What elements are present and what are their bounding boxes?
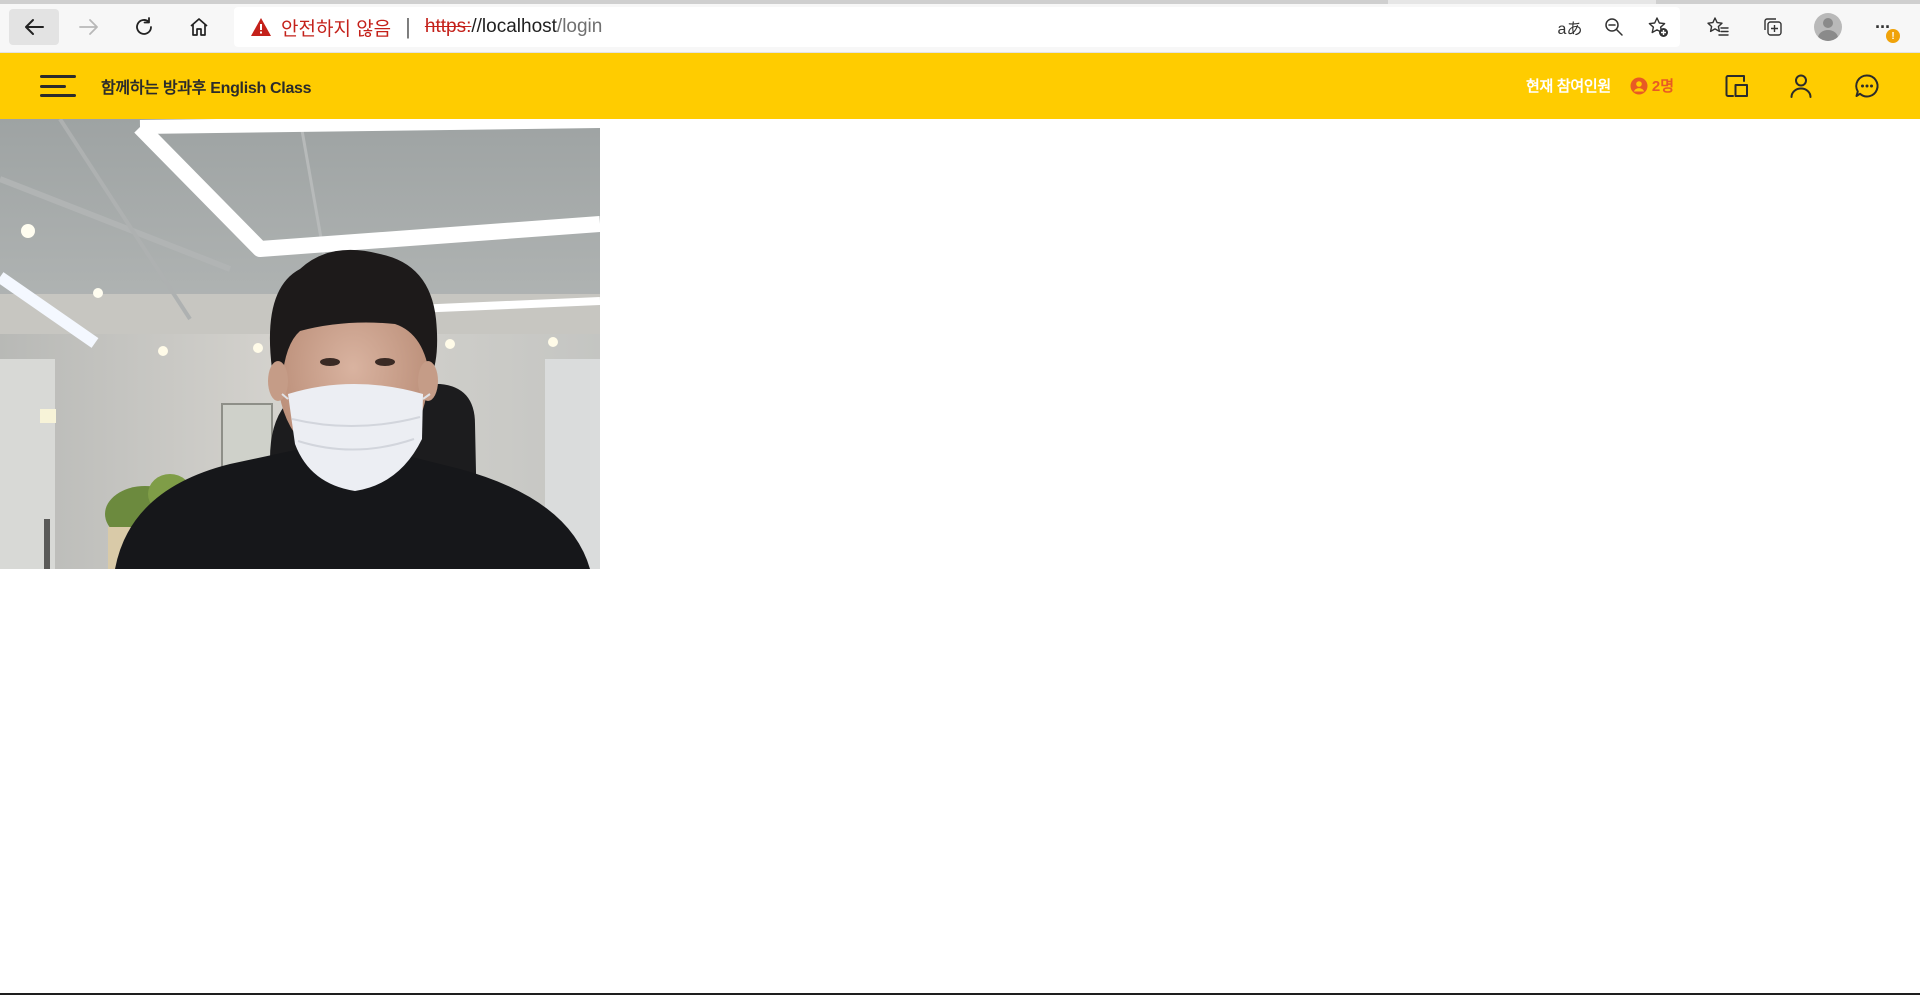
screen-share-button[interactable]	[1720, 69, 1754, 103]
favorites-button[interactable]	[1690, 7, 1745, 47]
url-host: //localhost	[471, 16, 557, 37]
tab-strip-left	[0, 0, 1388, 4]
warning-triangle-icon	[250, 17, 272, 37]
address-bar[interactable]: 안전하지 않음 | https://localhost/login aあ	[234, 7, 1680, 47]
home-button[interactable]	[174, 9, 224, 45]
zoom-button[interactable]	[1592, 7, 1636, 47]
video-tile[interactable]	[0, 119, 600, 569]
menu-line	[40, 84, 66, 88]
add-favorite-button[interactable]	[1636, 7, 1680, 47]
url-text[interactable]: https://localhost/login	[425, 16, 602, 38]
tab-strip-right	[1656, 0, 1920, 4]
reload-button[interactable]	[119, 9, 169, 45]
forward-button[interactable]	[64, 9, 114, 45]
notification-badge: !	[1886, 29, 1900, 43]
app-header: 함께하는 방과후 English Class 현재 참여인원 2명	[0, 53, 1920, 119]
page-title: 함께하는 방과후 English Class	[101, 80, 312, 97]
browser-chrome: 안전하지 않음 | https://localhost/login aあ ···…	[0, 0, 1920, 53]
back-arrow-icon	[25, 19, 44, 35]
address-separator: |	[405, 14, 411, 39]
user-icon	[1790, 74, 1812, 98]
menu-line	[40, 75, 76, 78]
read-aloud-button[interactable]: aあ	[1548, 7, 1592, 47]
address-bar-actions: aあ	[1548, 7, 1680, 47]
menu-icon[interactable]	[40, 72, 80, 100]
browser-toolbar: ··· !	[1690, 7, 1910, 47]
main-content	[0, 119, 1920, 995]
profile-button[interactable]	[1800, 7, 1855, 47]
url-scheme: https:	[424, 16, 472, 37]
forward-arrow-icon	[79, 19, 98, 35]
profile-avatar-icon	[1813, 13, 1842, 41]
home-icon	[190, 18, 208, 36]
webcam-video	[0, 119, 600, 569]
menu-line	[40, 94, 76, 97]
favorites-icon	[1706, 17, 1729, 36]
user-button[interactable]	[1784, 69, 1818, 103]
chat-button[interactable]	[1850, 69, 1884, 103]
security-indicator[interactable]: 안전하지 않음	[250, 14, 391, 41]
reload-icon	[136, 17, 152, 35]
participant-icon	[1630, 77, 1648, 95]
collections-icon	[1763, 18, 1782, 36]
screen-share-icon	[1725, 75, 1748, 97]
participants-count-text: 2명	[1651, 78, 1675, 95]
chat-icon	[1855, 74, 1879, 98]
url-path: /login	[556, 16, 603, 37]
zoom-out-icon	[1605, 18, 1623, 36]
back-button[interactable]	[9, 9, 59, 45]
participants-indicator: 현재 참여인원 2명	[1526, 75, 1674, 96]
collections-button[interactable]	[1745, 7, 1800, 47]
participants-count: 2명	[1630, 75, 1674, 96]
security-warning-text: 안전하지 않음	[281, 18, 392, 40]
read-aloud-icon: aあ	[1557, 21, 1583, 38]
participants-label: 현재 참여인원	[1526, 78, 1611, 95]
more-menu-button[interactable]: ··· !	[1855, 7, 1910, 47]
add-favorite-icon	[1648, 17, 1668, 37]
